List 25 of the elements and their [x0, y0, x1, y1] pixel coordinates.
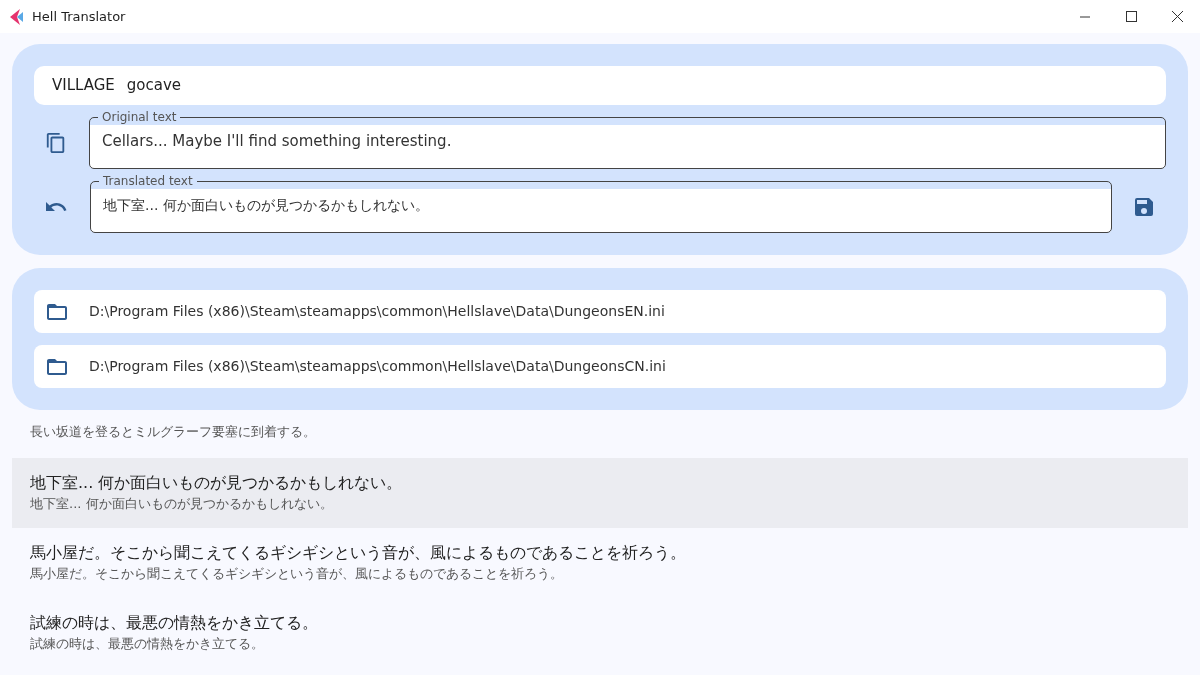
translation-list-item[interactable]: 地下室... 何か面白いものが見つかるかもしれない。 地下室... 何か面白いものが見つかるかもしれない。 — [12, 458, 1188, 528]
key-label: gocave — [126, 75, 182, 97]
original-line: 地下室... 何か面白いものが見つかるかもしれない。 — [30, 495, 334, 513]
translation-list-item[interactable]: 試練の時は、最悪の情熱をかき立てる。 試練の時は、最悪の情熱をかき立てる。 — [12, 598, 1188, 668]
translated-line: 馬小屋だ。そこから聞こえてくるギシギシという音が、風によるものであることを祈ろう。 — [30, 542, 687, 564]
file-path: D:\Program Files (x86)\Steam\steamapps\common\Hellslave\Data\DungeonsEN.ini — [89, 302, 665, 321]
section-label: VILLAGE — [52, 75, 115, 97]
field-value: 地下室... 何か面白いものが見つかるかもしれない。 — [103, 196, 430, 215]
window-title: Hell Translator — [32, 7, 126, 26]
file-path-row[interactable]: D:\Program Files (x86)\Steam\steamapps\common\Hellslave\Data\DungeonsEN.ini — [34, 290, 1166, 333]
field-value: Cellars... Maybe I'll find something interesting. — [102, 131, 453, 152]
translated-line: 試練の時は、最悪の情熱をかき立てる。 — [30, 612, 319, 634]
original-line: 試練の時は、最悪の情熱をかき立てる。 — [30, 635, 265, 653]
field-label: Translated text — [102, 174, 194, 188]
save-icon[interactable] — [1132, 195, 1156, 219]
translated-line: 地下室... 何か面白いものが見つかるかもしれない。 — [30, 472, 404, 494]
app-logo-icon — [10, 8, 24, 25]
field-label: Original text — [101, 110, 178, 124]
original-line: 馬小屋だ。そこから聞こえてくるギシギシという音が、風によるものであることを祈ろう。 — [30, 565, 564, 583]
original-line: 長い坂道を登るとミルグラーフ要塞に到着する。 — [30, 423, 317, 441]
file-path: D:\Program Files (x86)\Steam\steamapps\common\Hellslave\Data\DungeonsCN.ini — [89, 357, 666, 376]
translation-list-item[interactable]: 馬小屋だ。そこから聞こえてくるギシギシという音が、風によるものであることを祈ろう。 馬小屋だ。そこから聞こえてくるギシギシという音が、風によるものであることを祈ろう。 — [12, 528, 1188, 598]
file-path-row[interactable]: D:\Program Files (x86)\Steam\steamapps\common\Hellslave\Data\DungeonsCN.ini — [34, 345, 1166, 388]
translation-list-item[interactable]: 長い坂道を登るとミルグラーフ要塞に到着する。 — [12, 422, 1188, 458]
copy-icon[interactable] — [45, 132, 67, 154]
